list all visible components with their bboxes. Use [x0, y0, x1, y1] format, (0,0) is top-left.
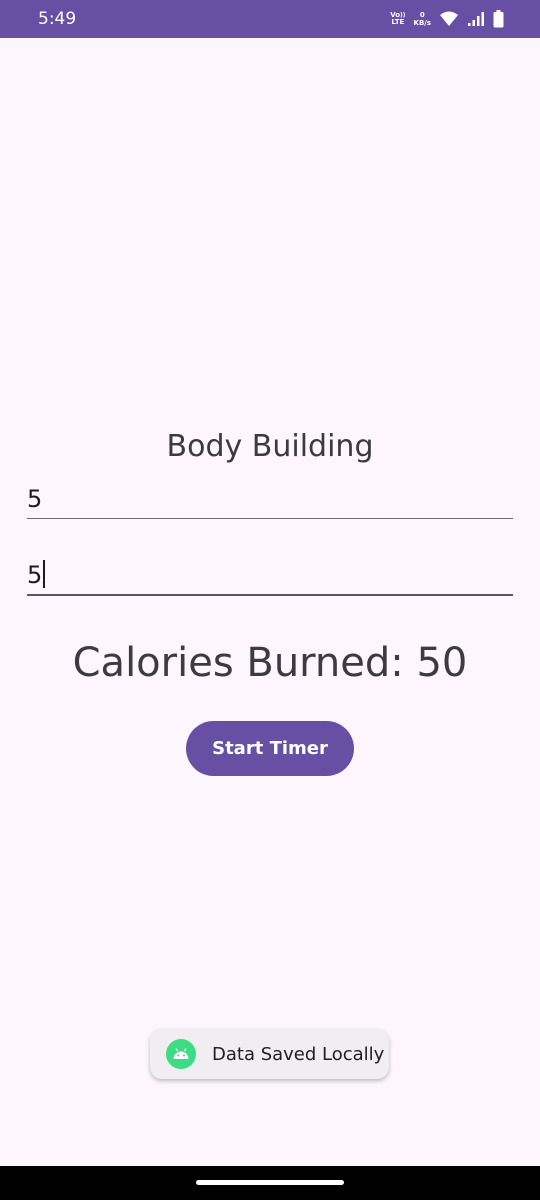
- signal-icon: [468, 12, 484, 26]
- status-time: 5:49: [38, 9, 77, 29]
- battery-icon: [493, 10, 504, 28]
- network-speed-unit: KB/s: [413, 19, 431, 27]
- network-speed-value: 0: [419, 11, 425, 19]
- status-bar: 5:49 Vo)) LTE 0 KB/s: [0, 0, 540, 38]
- network-speed: 0 KB/s: [414, 11, 431, 27]
- toast-text: Data Saved Locally: [212, 1043, 385, 1065]
- wifi-icon: [440, 11, 458, 26]
- android-icon: [166, 1039, 196, 1069]
- input-field-2-value: 5: [27, 561, 43, 589]
- toast-message: Data Saved Locally: [150, 1029, 389, 1079]
- volte-icon: Vo)) LTE: [390, 11, 406, 26]
- start-timer-button[interactable]: Start Timer: [186, 721, 354, 776]
- input-field-1-value: 5: [27, 485, 43, 513]
- navigation-bar: [0, 1166, 540, 1200]
- input-field-1[interactable]: 5: [27, 484, 513, 519]
- home-gesture-handle[interactable]: [196, 1180, 344, 1185]
- screen-title: Body Building: [166, 429, 374, 464]
- calories-burned-label: Calories Burned: 50: [72, 640, 468, 686]
- input-field-2[interactable]: 5: [27, 560, 513, 596]
- status-icons: Vo)) LTE 0 KB/s: [390, 8, 504, 30]
- text-cursor: [43, 560, 46, 588]
